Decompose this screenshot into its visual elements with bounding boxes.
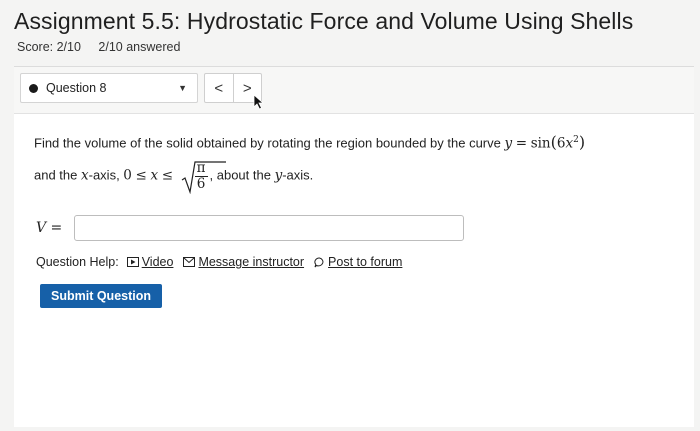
question-line-1: Find the volume of the solid obtained by… [34,132,586,152]
answer-label: V = [36,220,63,236]
video-link[interactable]: Video [126,255,173,269]
caret-down-icon: ▼ [178,83,187,93]
video-icon [126,257,139,267]
question-text: Find the volume of the solid obtained by… [34,129,674,195]
score-row: Score: 2/10 2/10 answered [17,40,194,54]
mouse-cursor-icon [253,94,265,110]
score-text: Score: 2/10 [17,40,81,54]
message-instructor-link[interactable]: Message instructor [183,255,304,269]
question-nav-bar: Question 8 ▼ < > [14,67,694,114]
answer-input[interactable] [74,215,464,241]
prev-question-button[interactable]: < [205,74,233,102]
sqrt-expression: π 6 [181,160,226,195]
submit-question-button[interactable]: Submit Question [40,284,162,308]
question-panel: Question 8 ▼ < > Find the volume of the … [14,66,694,427]
answer-row: V = [36,215,464,241]
chat-bubble-icon [314,256,324,267]
answered-text: 2/10 answered [98,40,181,54]
question-help: Question Help: Video Message instructor … [36,255,412,269]
radical-sign-icon [181,161,226,195]
question-help-label: Question Help: [36,255,119,269]
question-select[interactable]: Question 8 ▼ [20,73,198,103]
status-dot-icon [29,83,38,93]
post-to-forum-link[interactable]: Post to forum [314,255,402,269]
question-line-2: and the x-axis, 0 ≤ x ≤ π 6 , about the … [34,160,314,195]
assignment-title: Assignment 5.5: Hydrostatic Force and Vo… [14,8,634,34]
envelope-icon [183,257,196,267]
question-select-label: Question 8 [46,81,107,95]
